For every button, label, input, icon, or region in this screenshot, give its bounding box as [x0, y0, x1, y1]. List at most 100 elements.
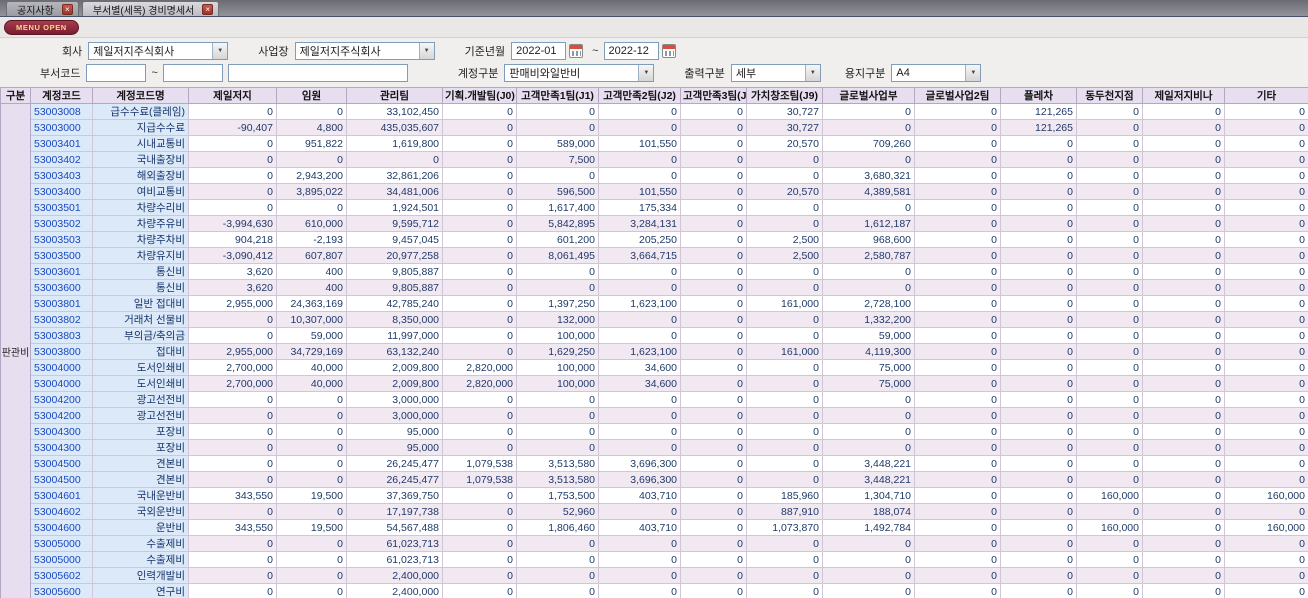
value-cell[interactable]: 0	[516, 567, 599, 584]
value-cell[interactable]: 20,570	[746, 135, 823, 152]
value-cell[interactable]: 0	[188, 535, 277, 552]
value-cell[interactable]: 0	[442, 519, 517, 536]
value-cell[interactable]: 1,623,100	[598, 343, 681, 360]
value-cell[interactable]: 95,000	[346, 423, 443, 440]
value-cell[interactable]: 0	[1142, 295, 1225, 312]
value-cell[interactable]: 0	[1224, 231, 1308, 248]
value-cell[interactable]: 0	[914, 455, 1001, 472]
value-cell[interactable]: 0	[680, 247, 747, 264]
value-cell[interactable]: 0	[1000, 535, 1077, 552]
value-cell[interactable]: 0	[914, 183, 1001, 200]
value-cell[interactable]: 0	[822, 103, 915, 120]
value-cell[interactable]: 0	[1076, 567, 1143, 584]
value-cell[interactable]: 0	[516, 119, 599, 136]
account-code-cell[interactable]: 53004000	[30, 375, 93, 392]
column-header[interactable]: 글로벌사업부	[822, 87, 915, 104]
value-cell[interactable]: 0	[442, 215, 517, 232]
value-cell[interactable]: 4,800	[276, 119, 347, 136]
value-cell[interactable]: 0	[914, 503, 1001, 520]
value-cell[interactable]: 40,000	[276, 375, 347, 392]
value-cell[interactable]: 185,960	[746, 487, 823, 504]
value-cell[interactable]: 0	[516, 279, 599, 296]
value-cell[interactable]: 4,389,581	[822, 183, 915, 200]
value-cell[interactable]: 30,727	[746, 103, 823, 120]
value-cell[interactable]: 0	[598, 535, 681, 552]
value-cell[interactable]: -2,193	[276, 231, 347, 248]
account-name-cell[interactable]: 운반비	[92, 519, 189, 536]
value-cell[interactable]: 175,334	[598, 199, 681, 216]
value-cell[interactable]: 0	[1000, 487, 1077, 504]
value-cell[interactable]: 0	[516, 103, 599, 120]
value-cell[interactable]: 0	[1076, 359, 1143, 376]
value-cell[interactable]: 0	[680, 535, 747, 552]
value-cell[interactable]: 0	[1142, 279, 1225, 296]
value-cell[interactable]: 3,620	[188, 263, 277, 280]
value-cell[interactable]: 0	[822, 199, 915, 216]
value-cell[interactable]: 0	[680, 551, 747, 568]
value-cell[interactable]: 0	[276, 535, 347, 552]
value-cell[interactable]: 9,595,712	[346, 215, 443, 232]
value-cell[interactable]: 343,550	[188, 519, 277, 536]
account-name-cell[interactable]: 수출제비	[92, 535, 189, 552]
value-cell[interactable]: 403,710	[598, 519, 681, 536]
value-cell[interactable]: 0	[1000, 439, 1077, 456]
value-cell[interactable]: 0	[680, 503, 747, 520]
value-cell[interactable]: 0	[746, 551, 823, 568]
value-cell[interactable]: 0	[442, 503, 517, 520]
value-cell[interactable]: 0	[1076, 263, 1143, 280]
value-cell[interactable]: 161,000	[746, 343, 823, 360]
value-cell[interactable]: 0	[442, 103, 517, 120]
value-cell[interactable]: 0	[1224, 439, 1308, 456]
value-cell[interactable]: 42,785,240	[346, 295, 443, 312]
value-cell[interactable]: 0	[1076, 471, 1143, 488]
value-cell[interactable]: 0	[680, 231, 747, 248]
value-cell[interactable]: 0	[442, 183, 517, 200]
value-cell[interactable]: 0	[822, 407, 915, 424]
value-cell[interactable]: 0	[1224, 375, 1308, 392]
value-cell[interactable]: 0	[822, 423, 915, 440]
value-cell[interactable]: 1,623,100	[598, 295, 681, 312]
value-cell[interactable]: 0	[188, 183, 277, 200]
value-cell[interactable]: 0	[914, 487, 1001, 504]
value-cell[interactable]: 0	[598, 103, 681, 120]
column-header[interactable]: 동두천지점	[1076, 87, 1143, 104]
value-cell[interactable]: 0	[746, 471, 823, 488]
value-cell[interactable]: -90,407	[188, 119, 277, 136]
value-cell[interactable]: 0	[822, 391, 915, 408]
value-cell[interactable]: 3,448,221	[822, 471, 915, 488]
value-cell[interactable]: 0	[914, 343, 1001, 360]
value-cell[interactable]: 34,481,006	[346, 183, 443, 200]
value-cell[interactable]: 0	[1224, 503, 1308, 520]
value-cell[interactable]: 0	[746, 263, 823, 280]
account-code-cell[interactable]: 53003401	[30, 135, 93, 152]
value-cell[interactable]: 0	[1224, 167, 1308, 184]
value-cell[interactable]: 0	[1000, 551, 1077, 568]
account-code-cell[interactable]: 53003801	[30, 295, 93, 312]
value-cell[interactable]: 0	[746, 279, 823, 296]
value-cell[interactable]: 0	[442, 311, 517, 328]
account-code-cell[interactable]: 53005600	[30, 583, 93, 598]
value-cell[interactable]: 0	[598, 263, 681, 280]
value-cell[interactable]: 0	[1076, 231, 1143, 248]
value-cell[interactable]: 0	[1142, 151, 1225, 168]
value-cell[interactable]: 0	[1076, 215, 1143, 232]
value-cell[interactable]: 0	[1142, 231, 1225, 248]
value-cell[interactable]: 0	[188, 151, 277, 168]
value-cell[interactable]: 0	[1000, 231, 1077, 248]
value-cell[interactable]: 0	[1076, 375, 1143, 392]
value-cell[interactable]: 400	[276, 263, 347, 280]
value-cell[interactable]: 0	[1000, 519, 1077, 536]
value-cell[interactable]: 161,000	[746, 295, 823, 312]
value-cell[interactable]: 0	[516, 167, 599, 184]
value-cell[interactable]: 37,369,750	[346, 487, 443, 504]
value-cell[interactable]: 40,000	[276, 359, 347, 376]
account-code-cell[interactable]: 53004500	[30, 455, 93, 472]
value-cell[interactable]: 0	[598, 551, 681, 568]
value-cell[interactable]: 0	[914, 375, 1001, 392]
value-cell[interactable]: 610,000	[276, 215, 347, 232]
value-cell[interactable]: 205,250	[598, 231, 681, 248]
value-cell[interactable]: 75,000	[822, 359, 915, 376]
value-cell[interactable]: 0	[276, 151, 347, 168]
column-header[interactable]: 고객만족3팀(J3)	[680, 87, 747, 104]
value-cell[interactable]: 968,600	[822, 231, 915, 248]
